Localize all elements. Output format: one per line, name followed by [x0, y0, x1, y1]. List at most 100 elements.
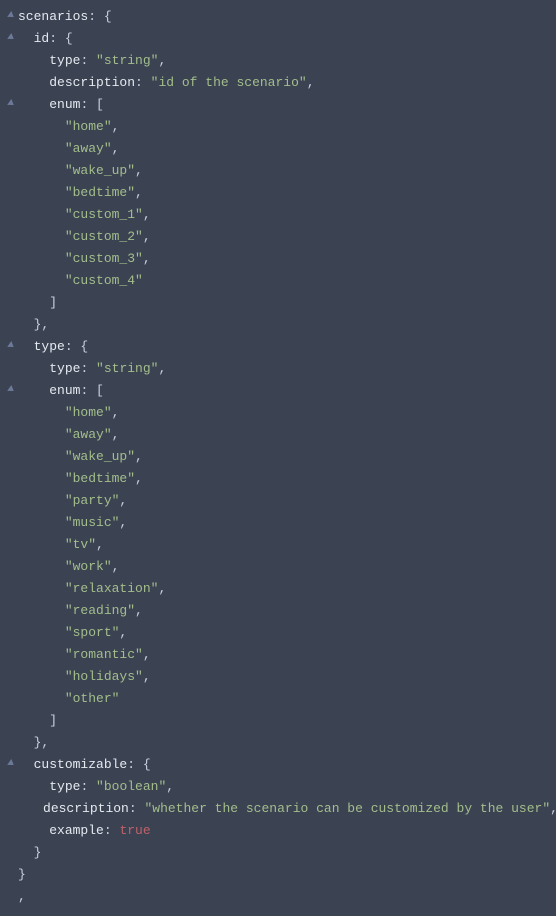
code-line: type: { — [2, 336, 554, 358]
string-value: "wake_up" — [65, 449, 135, 464]
string-value: "bedtime" — [65, 185, 135, 200]
code-line: "work", — [2, 556, 554, 578]
property-key: description — [49, 75, 135, 90]
code-line: }, — [2, 732, 554, 754]
string-value: "relaxation" — [65, 581, 159, 596]
string-value: "away" — [65, 141, 112, 156]
gutter — [2, 666, 16, 688]
property-key: scenarios — [18, 9, 88, 24]
string-value: "away" — [65, 427, 112, 442]
gutter — [2, 358, 16, 380]
code-line: description: "id of the scenario", — [2, 72, 554, 94]
code-line: "music", — [2, 512, 554, 534]
code-line: "home", — [2, 116, 554, 138]
string-value: "work" — [65, 559, 112, 574]
code-line: "custom_4" — [2, 270, 554, 292]
string-value: "other" — [65, 691, 120, 706]
code-line: "custom_2", — [2, 226, 554, 248]
code-line: "sport", — [2, 622, 554, 644]
expand-caret-icon[interactable] — [2, 754, 16, 776]
string-value: "bedtime" — [65, 471, 135, 486]
code-line: "custom_3", — [2, 248, 554, 270]
string-value: "boolean" — [96, 779, 166, 794]
string-value: "custom_3" — [65, 251, 143, 266]
code-line: type: "string", — [2, 50, 554, 72]
expand-caret-icon[interactable] — [2, 28, 16, 50]
gutter — [2, 534, 16, 556]
schema-tree: scenarios: { id: { type: "string", descr… — [0, 0, 556, 916]
code-line: "away", — [2, 424, 554, 446]
code-line: "bedtime", — [2, 182, 554, 204]
code-line: } — [2, 864, 554, 886]
string-value: "romantic" — [65, 647, 143, 662]
gutter — [2, 116, 16, 138]
expand-caret-icon[interactable] — [2, 94, 16, 116]
string-value: "custom_2" — [65, 229, 143, 244]
gutter — [2, 226, 16, 248]
gutter — [2, 72, 16, 94]
gutter — [2, 50, 16, 72]
string-value: "home" — [65, 119, 112, 134]
gutter — [2, 776, 16, 798]
expand-caret-icon[interactable] — [2, 336, 16, 358]
expand-caret-icon[interactable] — [2, 380, 16, 402]
gutter — [2, 886, 16, 908]
code-line: enum: [ — [2, 94, 554, 116]
gutter — [2, 732, 16, 754]
gutter — [2, 864, 16, 886]
gutter — [2, 204, 16, 226]
gutter — [2, 138, 16, 160]
code-line: "bedtime", — [2, 468, 554, 490]
gutter — [2, 644, 16, 666]
code-line: description: "whether the scenario can b… — [2, 798, 554, 820]
gutter — [2, 292, 16, 314]
code-line: "holidays", — [2, 666, 554, 688]
gutter — [2, 842, 16, 864]
code-line: "romantic", — [2, 644, 554, 666]
string-value: "sport" — [65, 625, 120, 640]
gutter — [2, 820, 16, 842]
string-value: "holidays" — [65, 669, 143, 684]
code-line: type: "boolean", — [2, 776, 554, 798]
gutter — [2, 490, 16, 512]
string-value: "wake_up" — [65, 163, 135, 178]
code-line: "custom_1", — [2, 204, 554, 226]
string-value: "party" — [65, 493, 120, 508]
string-value: "string" — [96, 53, 158, 68]
gutter — [2, 446, 16, 468]
code-line: "home", — [2, 402, 554, 424]
property-key: enum — [49, 383, 80, 398]
string-value: "reading" — [65, 603, 135, 618]
gutter — [2, 710, 16, 732]
property-key: enum — [49, 97, 80, 112]
string-value: "string" — [96, 361, 158, 376]
code-line: "party", — [2, 490, 554, 512]
gutter — [2, 468, 16, 490]
code-line: ] — [2, 710, 554, 732]
keyword-value: true — [119, 823, 150, 838]
code-line: "other" — [2, 688, 554, 710]
string-value: "tv" — [65, 537, 96, 552]
property-key: type — [49, 53, 80, 68]
gutter — [2, 424, 16, 446]
gutter — [2, 556, 16, 578]
string-value: "music" — [65, 515, 120, 530]
gutter — [2, 160, 16, 182]
code-line: "relaxation", — [2, 578, 554, 600]
gutter — [2, 798, 10, 820]
code-line: customizable: { — [2, 754, 554, 776]
code-line: type: "string", — [2, 358, 554, 380]
expand-caret-icon[interactable] — [2, 6, 16, 28]
string-value: "id of the scenario" — [151, 75, 307, 90]
property-key: example — [49, 823, 104, 838]
gutter — [2, 512, 16, 534]
gutter — [2, 600, 16, 622]
gutter — [2, 182, 16, 204]
string-value: "home" — [65, 405, 112, 420]
code-line: example: true — [2, 820, 554, 842]
code-line: , — [2, 886, 554, 908]
string-value: "whether the scenario can be customized … — [144, 801, 550, 816]
gutter — [2, 314, 16, 336]
gutter — [2, 622, 16, 644]
code-line: "wake_up", — [2, 446, 554, 468]
